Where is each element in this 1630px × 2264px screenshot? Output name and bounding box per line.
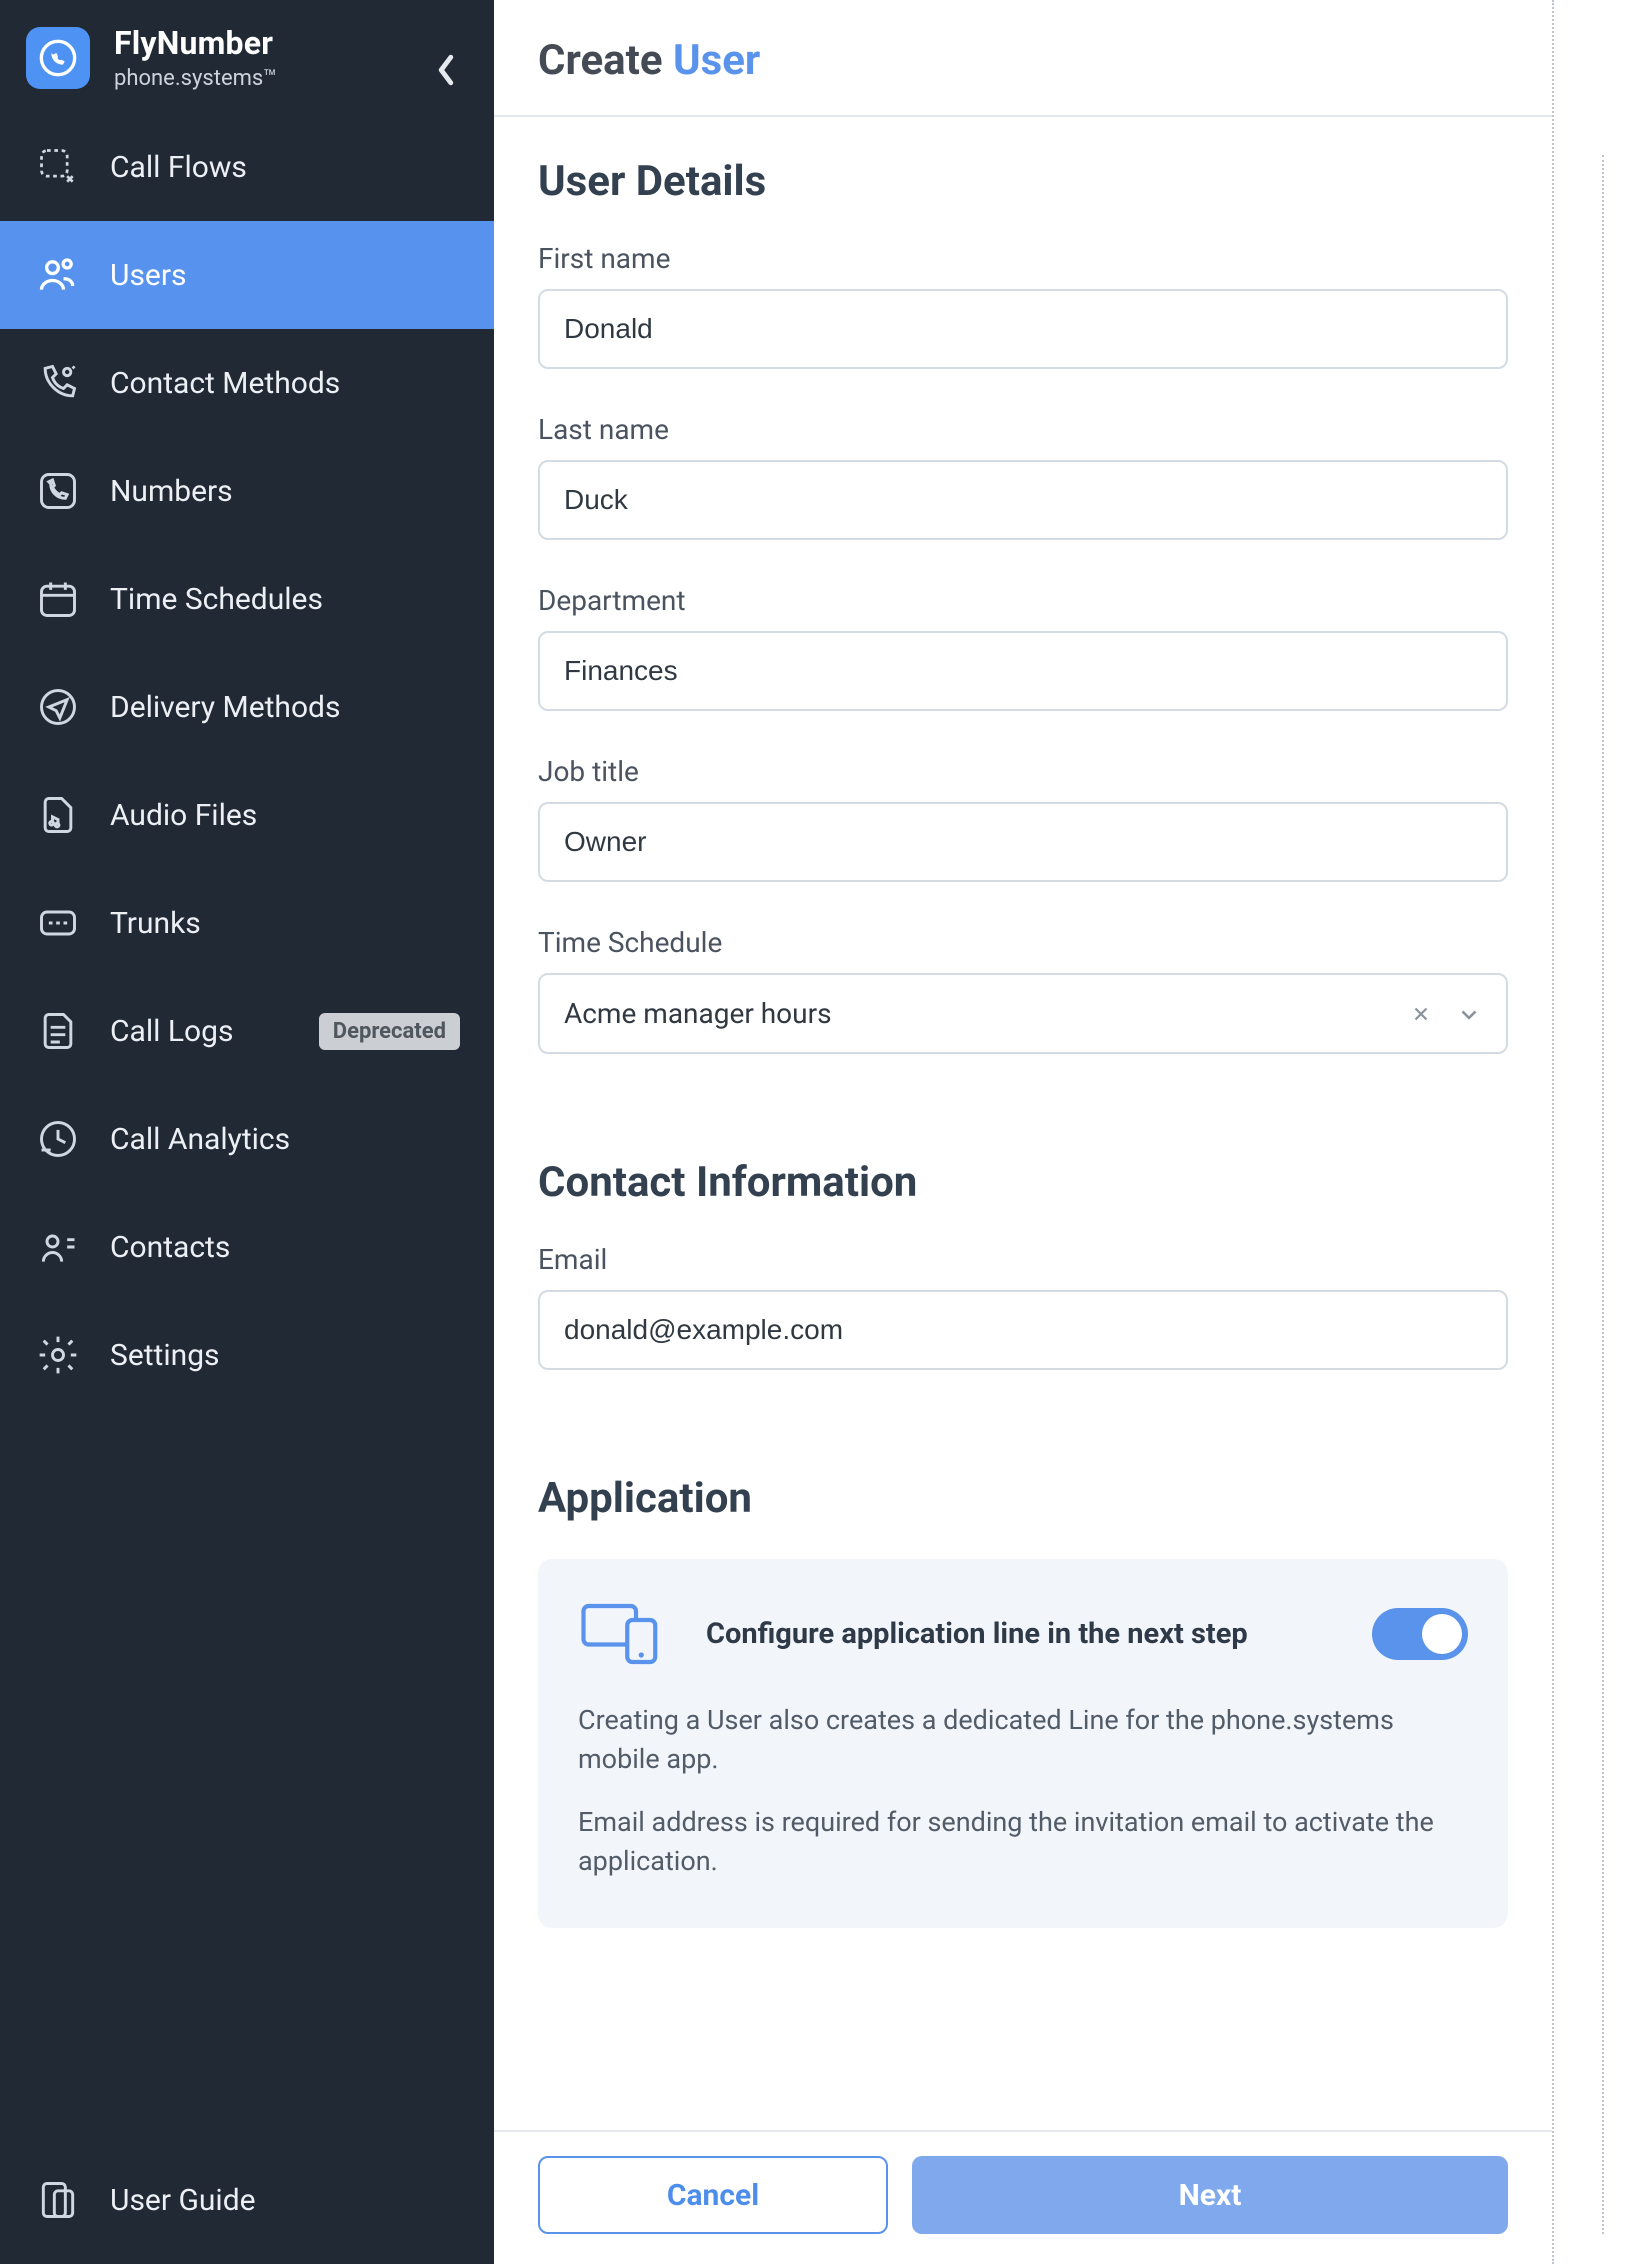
email-input[interactable] bbox=[538, 1290, 1508, 1370]
guide-icon bbox=[34, 2176, 82, 2224]
trunks-icon bbox=[34, 899, 82, 947]
delivery-icon bbox=[34, 683, 82, 731]
configure-application-toggle[interactable] bbox=[1372, 1608, 1468, 1660]
brand-titles: FlyNumber phone.systems™ bbox=[114, 24, 277, 91]
department-label: Department bbox=[538, 584, 1508, 617]
sidebar: FlyNumber phone.systems™ Call Flows User… bbox=[0, 0, 494, 2264]
footer-actions: Cancel Next bbox=[494, 2130, 1552, 2264]
schedule-icon bbox=[34, 575, 82, 623]
section-contact-information: Contact Information bbox=[538, 1158, 1508, 1207]
sidebar-item-user-guide[interactable]: User Guide bbox=[34, 2176, 460, 2224]
sidebar-item-users[interactable]: Users bbox=[0, 221, 494, 329]
sidebar-item-label: Call Logs bbox=[110, 1014, 291, 1049]
logs-icon bbox=[34, 1007, 82, 1055]
sidebar-nav: Call Flows Users Contact Methods Numbers… bbox=[0, 113, 494, 2146]
section-user-details: User Details bbox=[538, 157, 1508, 206]
phone-icon bbox=[38, 38, 78, 78]
last-name-input[interactable] bbox=[538, 460, 1508, 540]
field-email: Email bbox=[538, 1243, 1508, 1370]
field-job-title: Job title bbox=[538, 755, 1508, 882]
flow-icon bbox=[34, 143, 82, 191]
settings-icon bbox=[34, 1331, 82, 1379]
users-icon bbox=[34, 251, 82, 299]
brand-logo bbox=[26, 27, 90, 89]
sidebar-item-contacts[interactable]: Contacts bbox=[0, 1193, 494, 1301]
content-column: Create User User Details First name Last… bbox=[494, 0, 1554, 2264]
sidebar-item-label: Call Analytics bbox=[110, 1122, 460, 1157]
collapse-sidebar-button[interactable] bbox=[426, 50, 466, 90]
job-title-input[interactable] bbox=[538, 802, 1508, 882]
sidebar-item-label: Call Flows bbox=[110, 150, 460, 185]
page-title-prefix: Create bbox=[538, 36, 673, 85]
sidebar-item-label: Numbers bbox=[110, 474, 460, 509]
sidebar-item-trunks[interactable]: Trunks bbox=[0, 869, 494, 977]
chevron-down-icon[interactable] bbox=[1456, 1001, 1482, 1027]
sidebar-item-label: Users bbox=[110, 258, 460, 293]
toggle-knob bbox=[1422, 1614, 1462, 1654]
chevron-left-icon bbox=[436, 54, 456, 86]
application-description-2: Email address is required for sending th… bbox=[578, 1803, 1468, 1881]
form-scroll[interactable]: User Details First name Last name Depart… bbox=[494, 117, 1552, 2130]
field-time-schedule: Time Schedule Acme manager hours bbox=[538, 926, 1508, 1054]
sidebar-item-label: Contacts bbox=[110, 1230, 460, 1265]
sidebar-item-label: Audio Files bbox=[110, 798, 460, 833]
sidebar-item-label: Delivery Methods bbox=[110, 690, 460, 725]
department-input[interactable] bbox=[538, 631, 1508, 711]
first-name-label: First name bbox=[538, 242, 1508, 275]
cancel-button[interactable]: Cancel bbox=[538, 2156, 888, 2234]
field-last-name: Last name bbox=[538, 413, 1508, 540]
job-title-label: Job title bbox=[538, 755, 1508, 788]
page-title: Create User bbox=[494, 0, 1552, 117]
devices-icon bbox=[578, 1599, 666, 1669]
time-schedule-value: Acme manager hours bbox=[564, 997, 832, 1030]
audio-icon bbox=[34, 791, 82, 839]
sidebar-item-time-schedules[interactable]: Time Schedules bbox=[0, 545, 494, 653]
sidebar-item-label: User Guide bbox=[110, 2183, 460, 2218]
sidebar-item-label: Trunks bbox=[110, 906, 460, 941]
contact-methods-icon bbox=[34, 359, 82, 407]
sidebar-item-call-analytics[interactable]: Call Analytics bbox=[0, 1085, 494, 1193]
sidebar-item-label: Time Schedules bbox=[110, 582, 460, 617]
section-application: Application bbox=[538, 1474, 1508, 1523]
sidebar-item-numbers[interactable]: Numbers bbox=[0, 437, 494, 545]
sidebar-footer: User Guide bbox=[0, 2146, 494, 2264]
deprecated-badge: Deprecated bbox=[319, 1013, 460, 1050]
next-button[interactable]: Next bbox=[912, 2156, 1508, 2234]
field-first-name: First name bbox=[538, 242, 1508, 369]
first-name-input[interactable] bbox=[538, 289, 1508, 369]
sidebar-header: FlyNumber phone.systems™ bbox=[0, 0, 494, 113]
sidebar-item-settings[interactable]: Settings bbox=[0, 1301, 494, 1409]
sidebar-item-label: Contact Methods bbox=[110, 366, 460, 401]
sidebar-item-label: Settings bbox=[110, 1338, 460, 1373]
field-department: Department bbox=[538, 584, 1508, 711]
email-label: Email bbox=[538, 1243, 1508, 1276]
brand-title: FlyNumber bbox=[114, 24, 277, 62]
application-card: Configure application line in the next s… bbox=[538, 1559, 1508, 1928]
analytics-icon bbox=[34, 1115, 82, 1163]
app-root: FlyNumber phone.systems™ Call Flows User… bbox=[0, 0, 1630, 2264]
application-configure-label: Configure application line in the next s… bbox=[706, 1617, 1332, 1651]
time-schedule-select[interactable]: Acme manager hours bbox=[538, 973, 1508, 1054]
right-rail bbox=[1554, 0, 1624, 2264]
time-schedule-label: Time Schedule bbox=[538, 926, 1508, 959]
clear-icon[interactable] bbox=[1410, 1003, 1432, 1025]
sidebar-item-audio-files[interactable]: Audio Files bbox=[0, 761, 494, 869]
numbers-icon bbox=[34, 467, 82, 515]
application-card-header: Configure application line in the next s… bbox=[578, 1599, 1468, 1669]
sidebar-item-delivery-methods[interactable]: Delivery Methods bbox=[0, 653, 494, 761]
sidebar-item-call-logs[interactable]: Call Logs Deprecated bbox=[0, 977, 494, 1085]
sidebar-item-call-flows[interactable]: Call Flows bbox=[0, 113, 494, 221]
contacts-icon bbox=[34, 1223, 82, 1271]
application-description-1: Creating a User also creates a dedicated… bbox=[578, 1701, 1468, 1779]
brand-subtitle: phone.systems™ bbox=[114, 66, 277, 91]
page-title-accent: User bbox=[673, 36, 760, 85]
rail-dotted-line bbox=[1602, 155, 1604, 2234]
last-name-label: Last name bbox=[538, 413, 1508, 446]
main: Create User User Details First name Last… bbox=[494, 0, 1630, 2264]
sidebar-item-contact-methods[interactable]: Contact Methods bbox=[0, 329, 494, 437]
